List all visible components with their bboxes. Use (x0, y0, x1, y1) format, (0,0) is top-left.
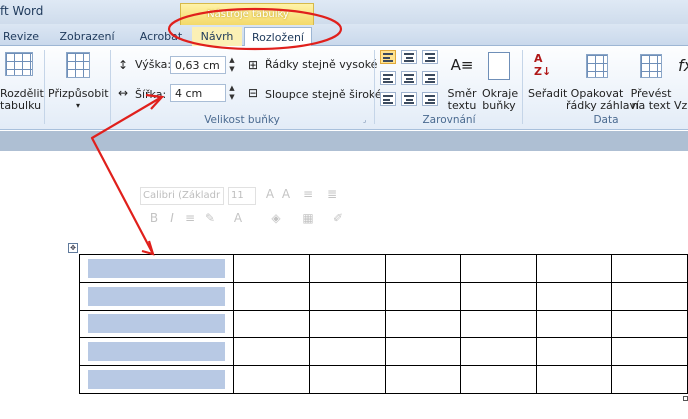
annotation-overlay (90, 7, 343, 256)
annotation-arrow-line (90, 97, 161, 253)
annotation-ellipse (167, 7, 343, 51)
